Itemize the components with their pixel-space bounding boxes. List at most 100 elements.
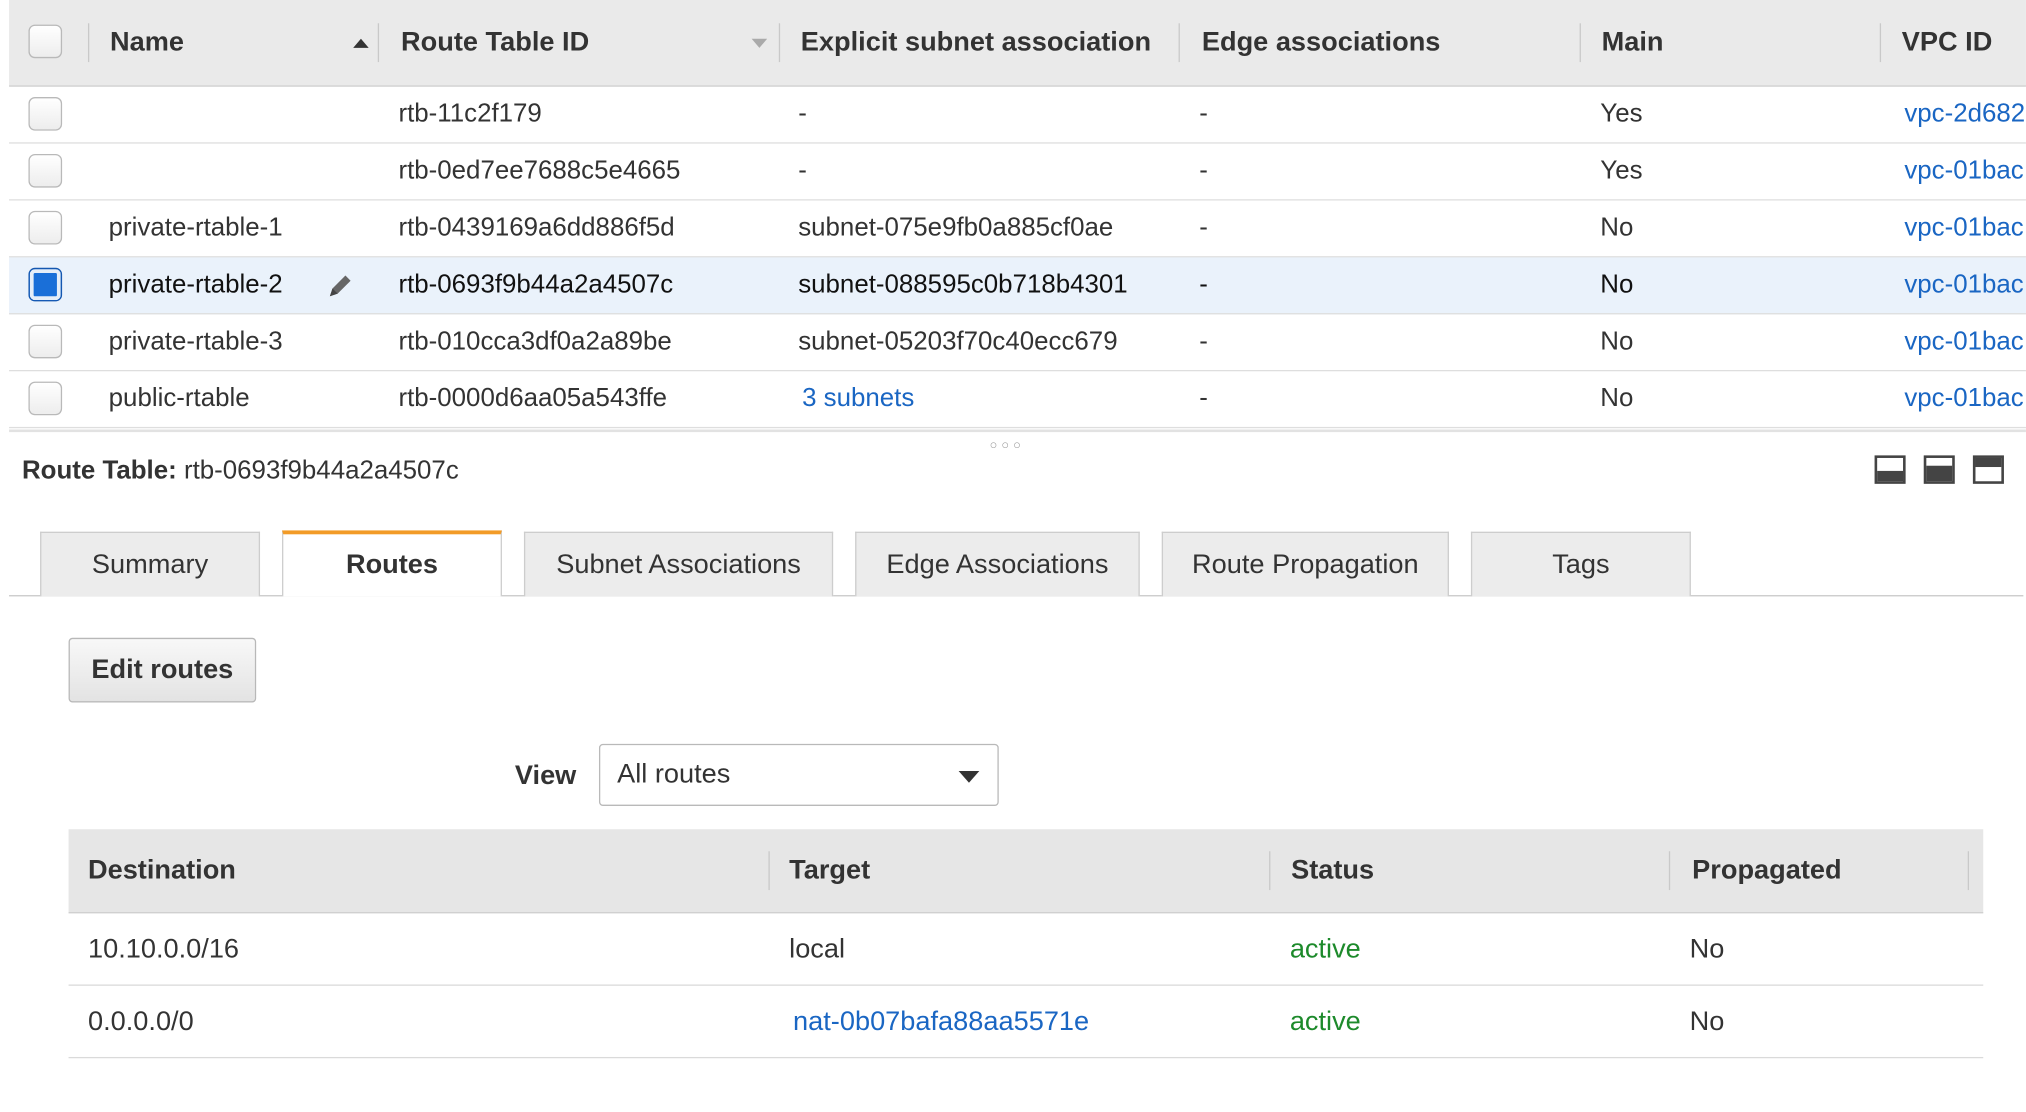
row-checkbox[interactable]: [28, 210, 63, 245]
cell-route-table-id: rtb-11c2f179: [398, 99, 542, 129]
column-header-name[interactable]: Name: [110, 0, 369, 85]
routes-header: Destination Target Status Propagated: [68, 829, 1984, 914]
vpc-id-link[interactable]: vpc-01bac: [1904, 201, 2026, 257]
route-row: 0.0.0.0/0 nat-0b07bafa88aa5571e active N…: [68, 986, 1984, 1059]
route-status: active: [1289, 933, 1361, 964]
cell-main: Yes: [1600, 156, 1643, 185]
cell-edge-associations: -: [1199, 213, 1208, 242]
vpc-id-link[interactable]: vpc-01bac: [1904, 144, 2026, 200]
subnets-link[interactable]: 3 subnets: [802, 371, 1177, 427]
tab-routes[interactable]: Routes: [282, 530, 502, 597]
cell-name: public-rtable: [108, 384, 250, 413]
column-header-target[interactable]: Target: [789, 829, 1242, 912]
tab-subnet-associations[interactable]: Subnet Associations: [523, 531, 834, 597]
cell-main: No: [1600, 327, 1634, 356]
column-divider: [778, 23, 781, 63]
select-all-checkbox[interactable]: [28, 24, 63, 59]
cell-edge-associations: -: [1199, 99, 1208, 129]
route-destination: 0.0.0.0/0: [87, 1005, 194, 1036]
cell-name: [109, 87, 368, 143]
panel-maximize-icon[interactable]: [1972, 455, 2004, 484]
table-row[interactable]: public-rtable rtb-0000d6aa05a543ffe 3 su…: [9, 371, 2026, 429]
detail-value: rtb-0693f9b44a2a4507c: [183, 456, 459, 486]
tab-tags[interactable]: Tags: [1470, 531, 1691, 597]
route-destination: 10.10.0.0/16: [87, 933, 240, 964]
view-select-value: All routes: [617, 759, 731, 790]
column-header-destination[interactable]: Destination: [88, 829, 735, 912]
cell-explicit-subnet: subnet-05203f70c40ecc679: [798, 327, 1118, 356]
column-divider: [377, 23, 380, 63]
table-row[interactable]: rtb-0ed7ee7688c5e4665 - - Yes vpc-01bac: [9, 144, 2026, 201]
route-target-link[interactable]: nat-0b07bafa88aa5571e: [793, 986, 1246, 1057]
dropdown-caret-icon: [958, 771, 980, 783]
cell-edge-associations: -: [1199, 384, 1208, 413]
cell-name: [109, 144, 368, 200]
panel-half-icon[interactable]: [1923, 455, 1955, 484]
column-header-vpc-id[interactable]: VPC ID: [1902, 0, 2026, 85]
route-propagated: No: [1689, 933, 1725, 964]
cell-explicit-subnet: -: [798, 99, 807, 129]
sort-indicator-icon: [751, 38, 768, 48]
column-divider: [1178, 23, 1180, 63]
column-divider: [768, 851, 770, 891]
row-checkbox-checked[interactable]: [28, 267, 63, 302]
column-divider: [1668, 851, 1671, 891]
detail-panel-title: Route Table: rtb-0693f9b44a2a4507c: [22, 457, 459, 487]
column-header-main[interactable]: Main: [1602, 0, 1861, 85]
cell-edge-associations: -: [1199, 327, 1208, 356]
column-header-status[interactable]: Status: [1291, 829, 1653, 912]
cell-name: private-rtable-2: [108, 270, 283, 299]
view-select[interactable]: All routes: [598, 743, 999, 806]
vpc-id-link[interactable]: vpc-2d682: [1904, 87, 2026, 143]
edit-routes-button[interactable]: Edit routes: [68, 637, 257, 703]
column-divider: [1579, 23, 1581, 63]
vpc-id-link[interactable]: vpc-01bac: [1904, 257, 2026, 313]
panel-splitter[interactable]: [9, 429, 2026, 433]
route-tables-header: Name Route Table ID Explicit subnet asso…: [9, 0, 2026, 87]
route-status: active: [1289, 1005, 1361, 1036]
cell-route-table-id: rtb-0000d6aa05a543ffe: [398, 384, 668, 413]
cell-main: No: [1600, 270, 1634, 299]
cell-edge-associations: -: [1199, 270, 1208, 299]
row-checkbox[interactable]: [28, 97, 63, 131]
table-row[interactable]: private-rtable-3 rtb-010cca3df0a2a89be s…: [9, 314, 2026, 372]
column-header-route-table-id[interactable]: Route Table ID: [401, 0, 768, 85]
table-row[interactable]: rtb-11c2f179 - - Yes vpc-2d682: [9, 87, 2026, 144]
table-row[interactable]: private-rtable-1 rtb-0439169a6dd886f5d s…: [9, 201, 2026, 258]
column-divider: [1879, 23, 1882, 63]
row-checkbox[interactable]: [28, 381, 63, 416]
column-divider: [87, 23, 90, 63]
cell-route-table-id: rtb-010cca3df0a2a89be: [398, 327, 672, 356]
tab-edge-associations[interactable]: Edge Associations: [855, 531, 1140, 597]
edit-name-pencil-icon[interactable]: [325, 257, 359, 313]
column-header-explicit-subnet[interactable]: Explicit subnet association: [801, 0, 1158, 85]
tab-summary[interactable]: Summary: [40, 531, 261, 597]
column-header-edge-associations[interactable]: Edge associations: [1202, 0, 1564, 85]
view-label: View: [514, 760, 577, 791]
column-header-propagated[interactable]: Propagated: [1692, 829, 1951, 912]
tab-route-propagation[interactable]: Route Propagation: [1161, 531, 1449, 597]
panel-minimize-icon[interactable]: [1874, 455, 1906, 484]
route-row: 10.10.0.0/16 local active No: [68, 913, 1984, 986]
cell-name: private-rtable-1: [108, 213, 283, 242]
detail-label: Route Table:: [21, 456, 177, 486]
cell-name: private-rtable-3: [108, 327, 283, 356]
drag-handle-icon[interactable]: ○○○: [990, 439, 1025, 453]
cell-main: No: [1600, 213, 1634, 242]
row-checkbox[interactable]: [28, 324, 63, 359]
cell-explicit-subnet: -: [798, 156, 807, 185]
vpc-id-link[interactable]: vpc-01bac: [1904, 371, 2026, 427]
column-divider: [1269, 851, 1271, 891]
table-row-selected[interactable]: private-rtable-2 rtb-0693f9b44a2a4507c s…: [9, 257, 2026, 315]
cell-edge-associations: -: [1199, 156, 1208, 185]
cell-main: Yes: [1600, 99, 1643, 129]
row-checkbox[interactable]: [28, 153, 63, 188]
cell-main: No: [1600, 384, 1634, 413]
cell-route-table-id: rtb-0693f9b44a2a4507c: [398, 270, 674, 299]
vpc-id-link[interactable]: vpc-01bac: [1904, 314, 2026, 370]
sort-ascending-icon: [353, 38, 369, 48]
cell-route-table-id: rtb-0ed7ee7688c5e4665: [398, 156, 681, 185]
cell-explicit-subnet: subnet-075e9fb0a885cf0ae: [798, 213, 1114, 242]
cell-route-table-id: rtb-0439169a6dd886f5d: [398, 213, 675, 242]
route-tables-table: Name Route Table ID Explicit subnet asso…: [9, 0, 2026, 429]
